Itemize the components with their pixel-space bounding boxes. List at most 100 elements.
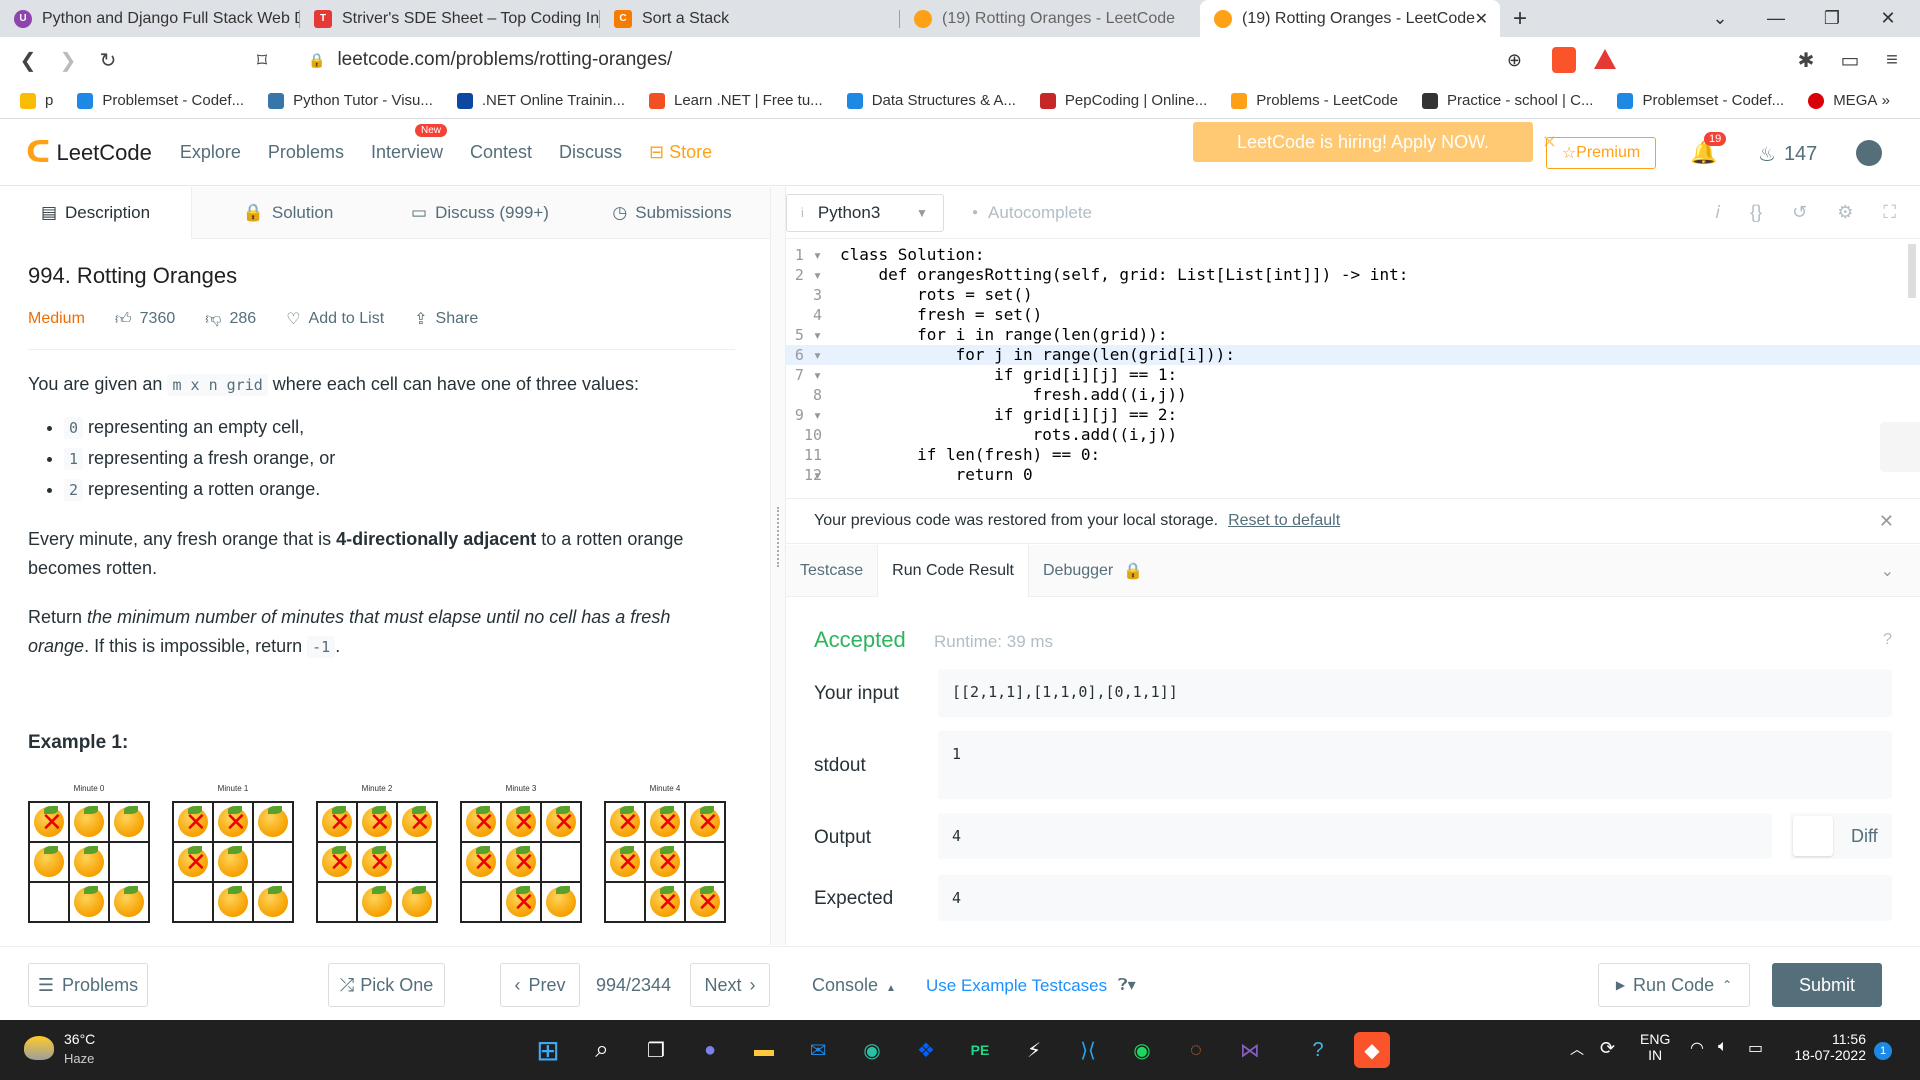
bookmark-item[interactable]: Python Tutor - Visu... — [268, 92, 433, 109]
url-field[interactable]: 🔒 leetcode.com/problems/rotting-oranges/… — [290, 42, 1540, 78]
clock[interactable]: 11:56 18-07-2022 — [1790, 1031, 1866, 1063]
task-view-icon[interactable]: ❐ — [638, 1032, 674, 1068]
browser-tab[interactable]: C Sort a Stack — [600, 0, 900, 37]
nav-discuss[interactable]: Discuss — [559, 142, 622, 163]
close-tab-icon[interactable]: ✕ — [1475, 9, 1488, 29]
problems-list-button[interactable]: ☰ Problems — [28, 963, 148, 1007]
bookmark-item[interactable]: MEGA — [1808, 92, 1877, 109]
language-indicator[interactable]: ENG IN — [1640, 1031, 1670, 1063]
add-to-list-button[interactable]: ♡ Add to List — [286, 309, 384, 329]
share-button[interactable]: ⇪ Share — [414, 309, 478, 329]
bookmark-item[interactable]: Problemset - Codef... — [1617, 92, 1784, 109]
info-icon[interactable]: 𝑖 — [1715, 202, 1720, 223]
settings-icon[interactable]: ⚙ — [1837, 202, 1853, 223]
code-line[interactable]: 2 ▾ def orangesRotting(self, grid: List[… — [786, 265, 1920, 285]
spotify-icon[interactable]: ◉ — [1124, 1032, 1160, 1068]
dislike-button[interactable]: 👎︎ 286 — [205, 310, 256, 329]
code-line[interactable]: 5 ▾ for i in range(len(grid)): — [786, 325, 1920, 345]
bookmark-item[interactable]: p — [20, 92, 53, 109]
bookmark-icon[interactable]: ⌑ — [242, 40, 282, 80]
nav-explore[interactable]: Explore — [180, 142, 241, 163]
forward-icon[interactable]: ❯ — [48, 40, 88, 80]
prev-button[interactable]: ‹ Prev — [500, 963, 580, 1007]
tab-testcase[interactable]: Testcase — [786, 545, 877, 597]
notification-center-icon[interactable]: 1 — [1874, 1042, 1892, 1060]
battery-icon[interactable]: ▭ — [1748, 1038, 1763, 1058]
code-line[interactable]: 1 ▾ class Solution: — [786, 245, 1920, 265]
reload-icon[interactable]: ↻ — [88, 40, 128, 80]
panel-splitter[interactable] — [770, 187, 786, 945]
notifications-icon[interactable]: 🔔 19 — [1690, 132, 1727, 166]
autocomplete-toggle[interactable]: ● Autocomplete — [972, 203, 1092, 223]
premium-button[interactable]: ☆ Premium — [1546, 137, 1656, 169]
maximize-button[interactable]: ❐ — [1804, 0, 1860, 37]
code-line[interactable]: 11 ▾ if len(fresh) == 0: — [786, 445, 1920, 484]
hiring-banner[interactable]: LeetCode is hiring! Apply NOW. ✕ — [1193, 122, 1557, 162]
tab-description[interactable]: ▤ Description — [0, 186, 192, 239]
minimize-button[interactable]: — — [1748, 0, 1804, 37]
dropbox-icon[interactable]: ❖ — [908, 1032, 944, 1068]
chevron-down-icon[interactable]: ⌄ — [1881, 561, 1894, 581]
vscode-icon[interactable]: ⟩⟨ — [1070, 1032, 1106, 1068]
code-line[interactable]: 6 ▾ for j in range(len(grid[i])): — [786, 345, 1920, 365]
terminal-icon[interactable]: ⚡ — [1016, 1032, 1052, 1068]
volume-icon[interactable]: 🔈︎ — [1718, 1038, 1728, 1056]
code-line[interactable]: 9 ▾ if grid[i][j] == 2: — [786, 405, 1920, 425]
next-button[interactable]: Next › — [690, 963, 770, 1007]
edge-icon[interactable]: ◉ — [854, 1032, 890, 1068]
brave-rewards-icon[interactable] — [1594, 49, 1616, 69]
browser-tab[interactable]: (19) Rotting Oranges - LeetCode — [900, 0, 1200, 37]
nav-contest[interactable]: Contest — [470, 142, 532, 163]
bookmark-item[interactable]: Problemset - Codef... — [77, 92, 244, 109]
nav-store[interactable]: ⊟ Store — [649, 142, 712, 163]
brave-browser-icon[interactable]: ◆ — [1354, 1032, 1390, 1068]
jupyter-icon[interactable]: ◌ — [1178, 1032, 1214, 1068]
like-button[interactable]: 👍︎ 7360 — [115, 310, 175, 329]
code-editor[interactable]: 1 ▾ class Solution: 2 ▾ def orangesRotting… — [786, 245, 1920, 491]
tab-search-icon[interactable]: ⌄ — [1692, 0, 1748, 37]
menu-icon[interactable]: ≡ — [1872, 40, 1912, 80]
browser-tab-active[interactable]: (19) Rotting Oranges - LeetCode ✕ — [1200, 0, 1500, 37]
bookmark-item[interactable]: PepCoding | Online... — [1039, 92, 1207, 109]
wifi-icon[interactable]: ◠ — [1690, 1038, 1704, 1058]
side-panel-handle[interactable] — [1880, 422, 1920, 472]
close-icon[interactable]: ✕ — [1879, 511, 1894, 532]
bookmark-item[interactable]: Practice - school | C... — [1422, 92, 1593, 109]
tab-run-code-result[interactable]: Run Code Result — [877, 544, 1029, 597]
bookmark-item[interactable]: .NET Online Trainin... — [456, 92, 625, 109]
search-icon[interactable]: ⌕ — [584, 1032, 620, 1068]
file-explorer-icon[interactable]: ▬ — [746, 1032, 782, 1068]
reset-icon[interactable]: ↺ — [1792, 202, 1807, 223]
tab-solution[interactable]: 🔒 Solution — [192, 187, 384, 239]
weather-icon[interactable] — [24, 1036, 54, 1060]
pycharm-icon[interactable]: PE — [962, 1032, 998, 1068]
run-code-button[interactable]: ▶ Run Code ⌃ — [1598, 963, 1750, 1007]
code-line[interactable]: 4 fresh = set() — [786, 305, 1920, 325]
pick-one-button[interactable]: ⤮ Pick One — [328, 963, 445, 1007]
help-app-icon[interactable]: ? — [1300, 1032, 1336, 1068]
chevron-up-icon[interactable]: ︿ — [1570, 1039, 1584, 1059]
close-window-button[interactable]: ✕ — [1860, 0, 1916, 37]
sync-icon[interactable]: ⟳ — [1600, 1038, 1615, 1059]
code-line[interactable]: 3 rots = set() — [786, 285, 1920, 305]
more-bookmarks-icon[interactable]: » — [1882, 92, 1890, 109]
bookmark-item[interactable]: Problems - LeetCode — [1231, 92, 1398, 109]
browser-tab[interactable]: U Python and Django Full Stack Web De — [0, 0, 300, 37]
code-line[interactable]: 8 fresh.add((i,j)) — [786, 385, 1920, 405]
bookmark-item[interactable]: Data Structures & A... — [846, 92, 1016, 109]
nav-problems[interactable]: Problems — [268, 142, 344, 163]
use-example-testcases-link[interactable]: Use Example Testcases — [926, 976, 1107, 996]
code-line[interactable]: 10 rots.add((i,j)) — [786, 425, 1920, 445]
tab-discuss[interactable]: ▭ Discuss (999+) — [384, 187, 576, 239]
new-tab-button[interactable]: + — [1500, 0, 1540, 37]
windows-start-icon[interactable]: ⊞ — [530, 1032, 566, 1068]
help-dropdown-icon[interactable]: ❓︎▾ — [1118, 975, 1136, 995]
leetcode-logo[interactable]: ᑕ LeetCode — [26, 135, 152, 170]
brave-shield-icon[interactable] — [1552, 47, 1576, 73]
code-line[interactable]: 12 return 0 — [786, 465, 1920, 485]
console-button[interactable]: Console ▲ — [812, 975, 896, 996]
back-icon[interactable]: ❮ — [8, 40, 48, 80]
bookmark-item[interactable]: Learn .NET | Free tu... — [649, 92, 823, 109]
browser-tab[interactable]: T Striver's SDE Sheet – Top Coding Inter — [300, 0, 600, 37]
submit-button[interactable]: Submit — [1772, 963, 1882, 1007]
